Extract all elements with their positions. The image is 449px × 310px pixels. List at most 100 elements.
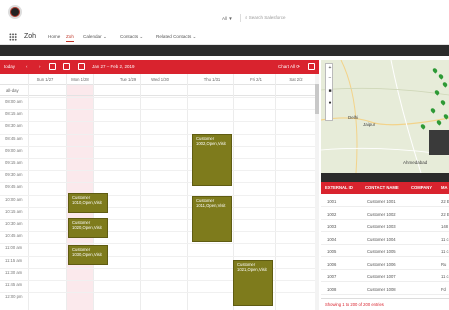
table-footer: Showing 1 to 200 of 200 entries [321,298,449,310]
settings-icon[interactable] [308,63,315,70]
time-label: 09:15 am [5,160,23,165]
nav-zoh[interactable]: Zoh [66,34,74,42]
week-view-icon[interactable] [63,63,70,70]
time-slot[interactable] [0,219,319,220]
table-row[interactable]: 1006 Customer 1006 Ru [321,259,449,270]
calendar-event[interactable]: Customer 1011,Open,Visit [192,196,232,242]
time-slot[interactable] [0,97,319,98]
table-cell: Customer 1008 [367,286,396,292]
table-cell: 1007 [327,274,337,279]
calendar-scrollbar[interactable] [315,74,319,310]
time-label: 11:15 am [5,257,23,263]
table-cell: 1008 [327,286,337,292]
table-cell: Customer 1004 [367,236,396,242]
map-label: Delhi [348,115,359,120]
time-slot[interactable] [0,206,319,208]
next-button[interactable]: › [39,64,41,69]
search-scope-dropdown[interactable]: All ▼ [222,16,233,21]
calendar-day-header: Sun 1/27 Mon 1/28 Tue 1/29 Wed 1/30 Thu … [0,74,319,85]
all-day-label: all-day [6,88,19,93]
column-header[interactable]: COMPANY [411,185,432,190]
table-row[interactable]: 1002 Customer 1002 22 E [321,209,449,220]
table-cell: Fd [441,286,446,292]
table-cell: 22 E [441,199,449,204]
day-view-icon[interactable] [78,63,85,70]
map[interactable]: Delhi Jaipur Lucknow Ahmedabad [321,60,449,173]
table-cell: Customer 1001 [367,199,396,204]
table-cell: 148 [441,224,448,229]
search-input[interactable]: ⌕ Search Salesforce [240,14,310,22]
table-cell: Customer 1006 [367,261,396,267]
calendar-event[interactable]: Customer 1021,Open,Visit [233,260,273,306]
table-row[interactable]: 1005 Customer 1005 11 c [321,246,449,257]
time-slot[interactable] [0,158,319,159]
time-label: 11:00 am [5,245,23,251]
nav-home[interactable]: Home [48,34,60,39]
scrollbar-thumb[interactable] [315,84,319,114]
square-tool-icon[interactable]: ■ [327,88,333,94]
map-footer [321,173,449,182]
time-slot[interactable] [0,109,319,111]
table-cell: Ru [441,261,447,267]
time-slot[interactable] [0,194,319,196]
calendar-toolbar: today ‹ › Jan 27 – Feb 2, 2019 Chart All… [0,60,319,74]
calendar-event[interactable]: Customer 1010,Open,Visit [68,193,108,213]
table-row[interactable]: 1007 Customer 1007 11 c [321,271,449,282]
chevron-down-icon: ⌄ [192,34,197,39]
time-slot[interactable] [0,255,319,257]
calendar-event[interactable]: Customer 1002,Open,Visit [192,134,232,186]
zoom-in-icon[interactable]: + [327,65,333,71]
chart-all-button[interactable]: Chart All ⟳ [278,64,300,70]
nav-calendar[interactable]: Calendar ⌄ [83,34,107,40]
table-cell: 1005 [327,249,337,254]
time-slot[interactable] [0,182,319,184]
time-slot[interactable] [0,243,319,245]
day-header: Sun 1/27 [36,77,54,82]
time-label: 10:30 am [5,221,23,226]
map-zoom-control[interactable]: + − ■ ● [325,63,333,121]
table-cell: 11 c [441,274,449,279]
table-cell: 1003 [327,224,337,229]
time-slot[interactable] [0,133,319,135]
time-label: 11:30 am [5,269,23,275]
time-slot[interactable] [0,170,319,172]
table-header: EXTERNAL ID CONTACT NAME COMPANY MA [321,182,449,194]
table-cell: 1006 [327,261,337,267]
time-label: 08:00 am [5,99,23,104]
table-row[interactable]: 1008 Customer 1008 Fd [321,284,449,295]
table-cell: 22 E [441,211,449,217]
day-header: Sat 2/2 [289,77,303,82]
time-label: 08:15 am [5,111,23,117]
table-row[interactable]: 1003 Customer 1003 148 [321,221,449,232]
column-header[interactable]: EXTERNAL ID [325,185,353,190]
zoom-out-icon[interactable]: − [327,75,333,81]
time-slot[interactable] [0,145,319,147]
calendar-event[interactable]: Customer 1030,Open,Visit [68,245,108,265]
table-row[interactable]: 1004 Customer 1004 11 c [321,234,449,245]
calendar-event[interactable]: Customer 1020,Open,Visit [68,218,108,238]
time-label: 12:00 pm [5,294,23,300]
month-view-icon[interactable] [49,63,56,70]
date-range: Jan 27 – Feb 2, 2019 [92,64,135,69]
pagination-info: Showing 1 to 200 of 200 entries [325,302,384,307]
today-button[interactable]: today [4,64,15,69]
time-label: 09:45 am [5,184,23,190]
column-header[interactable]: MA [441,185,448,190]
prev-button[interactable]: ‹ [26,64,28,69]
table-cell: Customer 1002 [367,211,396,217]
table-cell: Customer 1007 [367,274,396,279]
time-slot[interactable] [0,121,319,123]
circle-tool-icon[interactable]: ● [327,100,333,106]
nav-related-contacts[interactable]: Related Contacts ⌄ [156,34,196,40]
app-launcher-icon[interactable] [9,33,17,41]
nav-contacts[interactable]: Contacts ⌄ [120,34,143,40]
table-row[interactable]: 1001 Customer 1001 22 E [321,196,449,207]
time-label: 09:30 am [5,172,23,178]
column-header[interactable]: CONTACT NAME [365,185,399,190]
map-cluster[interactable] [429,130,449,155]
app-logo [8,5,22,19]
time-label: 10:00 am [5,196,23,202]
time-label: 08:30 am [5,123,23,129]
time-slot[interactable] [0,231,319,233]
table-cell: Customer 1005 [367,249,396,254]
